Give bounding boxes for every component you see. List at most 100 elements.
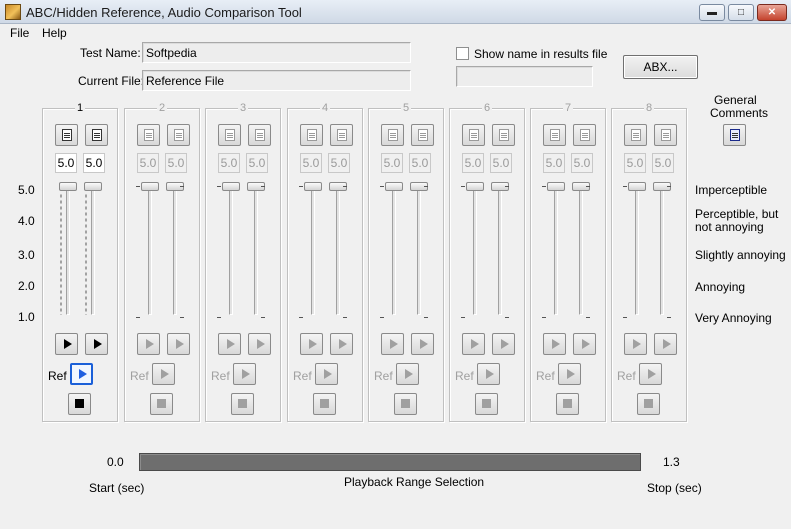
score-field-b[interactable]: 5.0 <box>490 153 512 173</box>
stop-button[interactable] <box>556 393 579 415</box>
score-field-a[interactable]: 5.0 <box>137 153 159 173</box>
comment-button-a[interactable] <box>543 124 566 146</box>
score-field-b[interactable]: 5.0 <box>165 153 187 173</box>
play-button-a[interactable] <box>55 333 78 355</box>
stop-button[interactable] <box>68 393 91 415</box>
slider-thumb[interactable] <box>84 182 102 191</box>
abx-button[interactable]: ABX... <box>623 55 698 79</box>
score-field-b[interactable]: 5.0 <box>83 153 105 173</box>
rating-slider-a[interactable] <box>542 181 566 321</box>
show-name-field[interactable] <box>456 66 593 87</box>
score-field-a[interactable]: 5.0 <box>55 153 77 173</box>
playback-range-slider[interactable] <box>139 453 641 471</box>
rating-slider-a[interactable] <box>299 181 323 321</box>
comment-button-a[interactable] <box>381 124 404 146</box>
stop-button[interactable] <box>231 393 254 415</box>
comment-button-b[interactable] <box>85 124 108 146</box>
rating-slider-b[interactable] <box>83 181 103 321</box>
show-name-checkbox[interactable] <box>456 47 469 60</box>
stop-button[interactable] <box>475 393 498 415</box>
play-button-b[interactable] <box>248 333 271 355</box>
rating-slider-a[interactable] <box>217 181 241 321</box>
rating-slider-b[interactable] <box>246 181 266 321</box>
comment-button-b[interactable] <box>248 124 271 146</box>
maximize-button[interactable]: □ <box>728 4 754 21</box>
score-field-b[interactable]: 5.0 <box>328 153 350 173</box>
slider-thumb[interactable] <box>59 182 77 191</box>
comment-button-a[interactable] <box>624 124 647 146</box>
play-button-a[interactable] <box>624 333 647 355</box>
menu-help[interactable]: Help <box>42 26 67 40</box>
close-button[interactable]: ✕ <box>757 4 787 21</box>
rating-slider-b[interactable] <box>165 181 185 321</box>
play-button-b[interactable] <box>654 333 677 355</box>
slider-thumb[interactable] <box>385 182 403 191</box>
play-button-a[interactable] <box>300 333 323 355</box>
comment-button-b[interactable] <box>167 124 190 146</box>
ref-play-button[interactable] <box>315 363 338 385</box>
score-field-a[interactable]: 5.0 <box>624 153 646 173</box>
ref-play-button[interactable] <box>639 363 662 385</box>
slider-thumb[interactable] <box>141 182 159 191</box>
score-field-b[interactable]: 5.0 <box>409 153 431 173</box>
stop-button[interactable] <box>150 393 173 415</box>
play-button-b[interactable] <box>330 333 353 355</box>
play-button-a[interactable] <box>218 333 241 355</box>
play-button-a[interactable] <box>543 333 566 355</box>
comment-button-b[interactable] <box>492 124 515 146</box>
rating-slider-b[interactable] <box>490 181 510 321</box>
play-button-b[interactable] <box>573 333 596 355</box>
comment-button-b[interactable] <box>573 124 596 146</box>
rating-slider-b[interactable] <box>571 181 591 321</box>
ref-play-button[interactable] <box>477 363 500 385</box>
ref-play-button[interactable] <box>396 363 419 385</box>
score-field-a[interactable]: 5.0 <box>543 153 565 173</box>
play-button-a[interactable] <box>462 333 485 355</box>
slider-thumb[interactable] <box>222 182 240 191</box>
rating-slider-a[interactable] <box>136 181 160 321</box>
stop-button[interactable] <box>313 393 336 415</box>
test-name-field[interactable]: Softpedia <box>142 42 411 63</box>
rating-slider-b[interactable] <box>652 181 672 321</box>
minimize-button[interactable]: ▬ <box>699 4 725 21</box>
comment-button-b[interactable] <box>654 124 677 146</box>
comment-button-a[interactable] <box>137 124 160 146</box>
ref-play-button[interactable] <box>70 363 93 385</box>
score-field-a[interactable]: 5.0 <box>462 153 484 173</box>
play-button-b[interactable] <box>411 333 434 355</box>
play-button-a[interactable] <box>381 333 404 355</box>
general-comments-button[interactable] <box>723 124 746 146</box>
score-field-b[interactable]: 5.0 <box>246 153 268 173</box>
stop-button[interactable] <box>637 393 660 415</box>
rating-slider-a[interactable] <box>58 181 78 321</box>
rating-slider-a[interactable] <box>380 181 404 321</box>
play-button-b[interactable] <box>492 333 515 355</box>
current-file-field[interactable]: Reference File <box>142 70 411 91</box>
play-button-b[interactable] <box>167 333 190 355</box>
score-field-a[interactable]: 5.0 <box>218 153 240 173</box>
ref-play-button[interactable] <box>558 363 581 385</box>
score-field-a[interactable]: 5.0 <box>300 153 322 173</box>
ref-play-button[interactable] <box>233 363 256 385</box>
menu-file[interactable]: File <box>10 26 29 40</box>
slider-thumb[interactable] <box>304 182 322 191</box>
slider-thumb[interactable] <box>628 182 646 191</box>
score-field-a[interactable]: 5.0 <box>381 153 403 173</box>
stop-button[interactable] <box>394 393 417 415</box>
slider-thumb[interactable] <box>547 182 565 191</box>
slider-thumb[interactable] <box>466 182 484 191</box>
comment-button-a[interactable] <box>462 124 485 146</box>
comment-button-b[interactable] <box>330 124 353 146</box>
rating-slider-a[interactable] <box>623 181 647 321</box>
ref-play-button[interactable] <box>152 363 175 385</box>
rating-slider-b[interactable] <box>409 181 429 321</box>
play-button-a[interactable] <box>137 333 160 355</box>
rating-slider-a[interactable] <box>461 181 485 321</box>
score-field-b[interactable]: 5.0 <box>652 153 674 173</box>
rating-slider-b[interactable] <box>328 181 348 321</box>
score-field-b[interactable]: 5.0 <box>571 153 593 173</box>
play-button-b[interactable] <box>85 333 108 355</box>
comment-button-a[interactable] <box>218 124 241 146</box>
comment-button-a[interactable] <box>300 124 323 146</box>
comment-button-b[interactable] <box>411 124 434 146</box>
